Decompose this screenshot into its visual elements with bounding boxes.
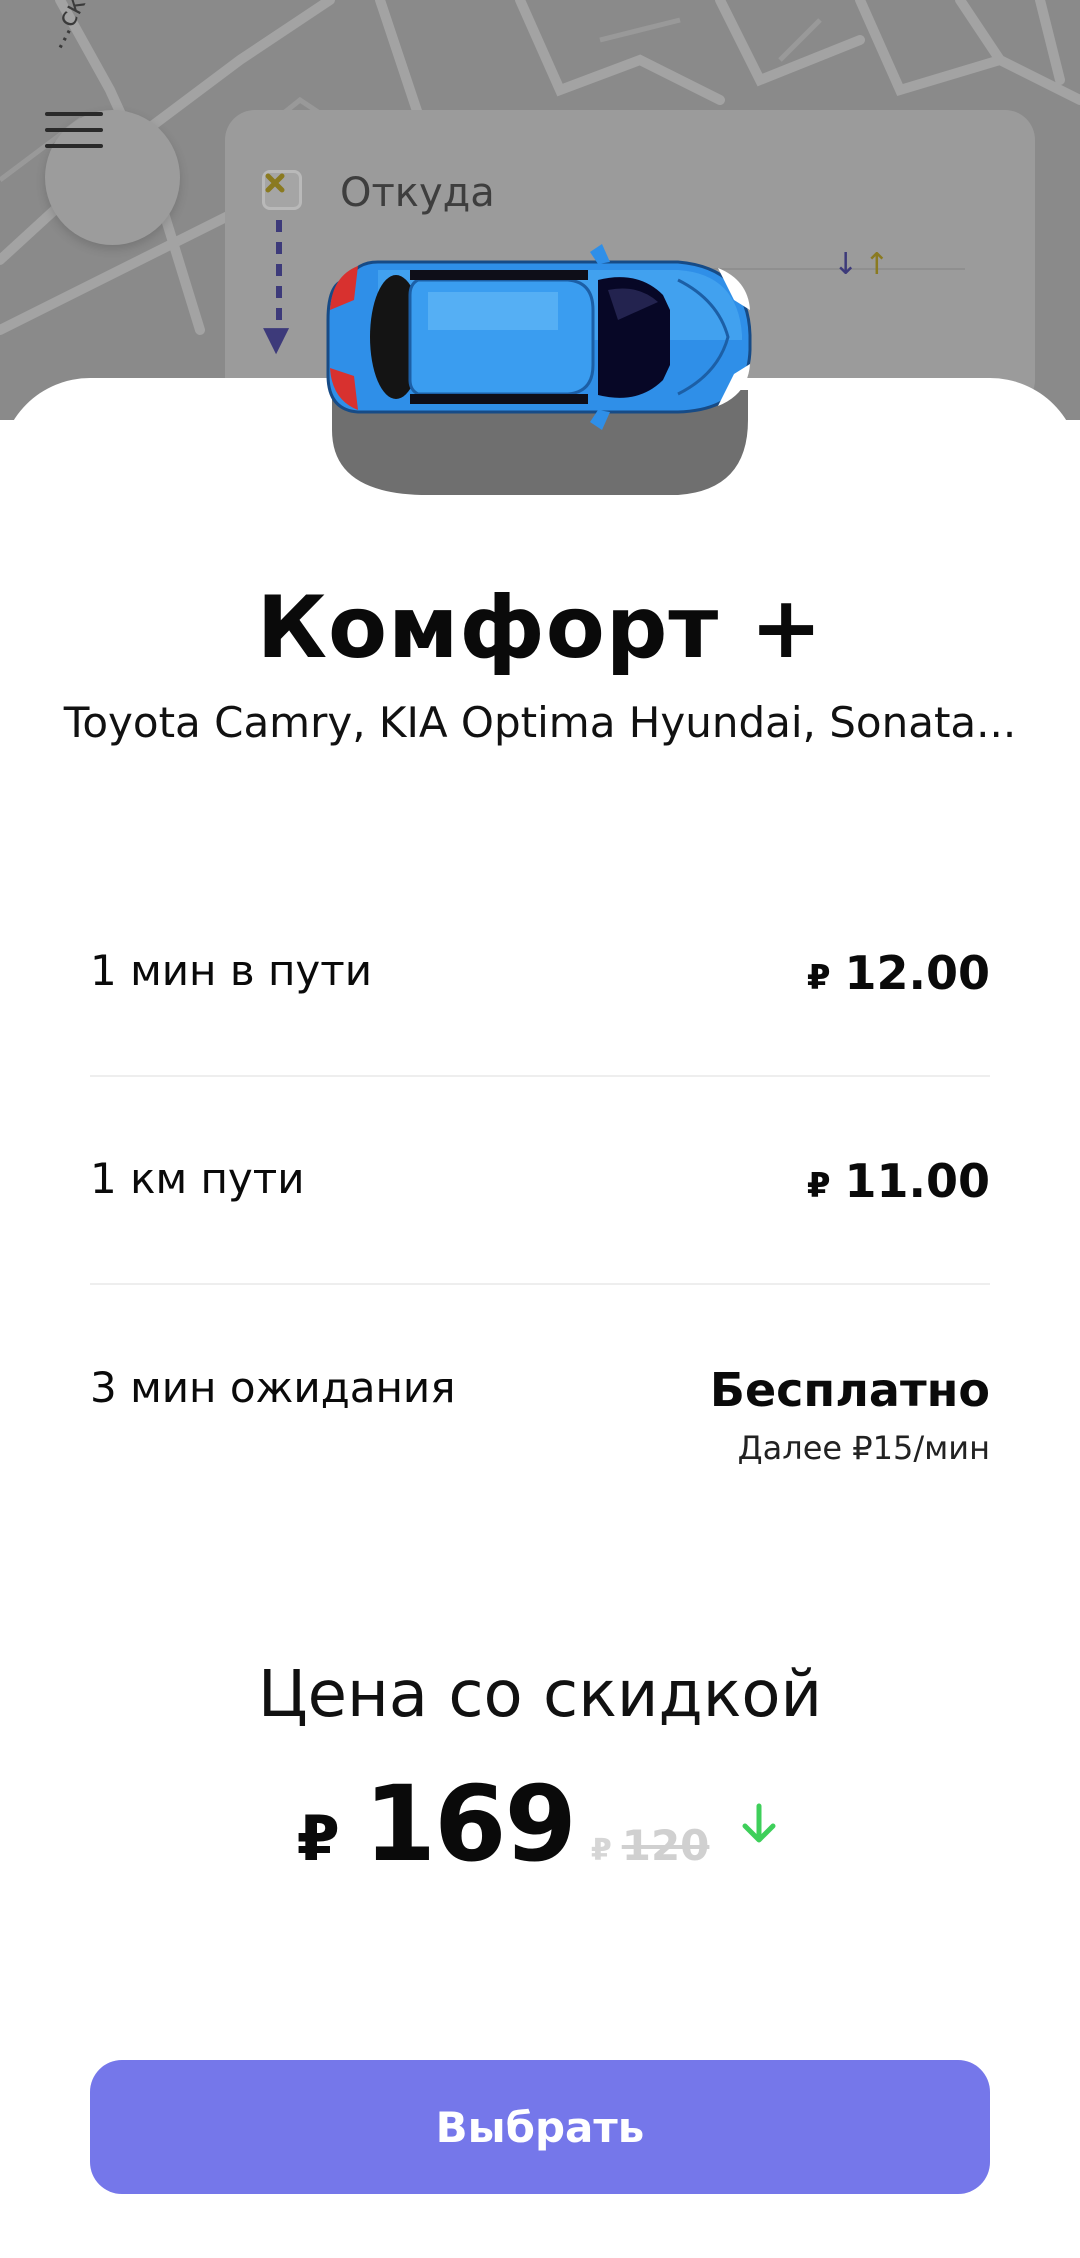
tariff-sheet: Комфорт + Toyota Camry, KIA Optima Hyund… [0,378,1080,2258]
arrow-up-icon: ↑ [864,247,890,282]
currency-sign: ₽ [806,958,831,998]
fare-amount: 12.00 [844,946,990,1000]
select-button[interactable]: Выбрать [90,2060,990,2194]
tariff-title: Комфорт + [256,578,824,678]
fare-label: 3 мин ожидания [90,1363,456,1412]
hamburger-icon [45,112,103,148]
swap-route-button[interactable]: ↓ ↑ [833,250,889,280]
tariff-cars: Toyota Camry, KIA Optima Hyundai, Sonata… [63,698,1017,747]
route-arrow-down-icon: ▼ [263,319,290,359]
pickup-marker-icon [262,170,302,210]
old-price-currency: ₽ [590,1833,612,1868]
price-line: ₽ 169 ₽ 120 [0,1763,1080,1885]
currency-sign: ₽ [806,1166,831,1206]
fare-value: ₽11.00 [807,1154,990,1208]
fare-amount: 11.00 [844,1154,990,1208]
price-amount: 169 [363,1763,577,1885]
fare-value: ₽12.00 [807,946,990,1000]
from-field[interactable]: Откуда [340,170,495,216]
arrow-down-icon: ↓ [833,247,859,282]
divider [90,1075,990,1077]
price-currency: ₽ [296,1802,340,1875]
discount-price-label: Цена со скидкой [257,1658,823,1732]
car-image [326,244,752,495]
divider [90,1283,990,1285]
fare-label: 1 мин в пути [90,946,373,995]
menu-button[interactable] [45,110,180,245]
fare-value: Бесплатно [709,1363,990,1417]
price-down-arrow-icon [742,1803,776,1843]
fare-note: Далее ₽15/мин [737,1429,990,1467]
fare-label: 1 км пути [90,1154,305,1203]
old-price-amount: 120 [621,1821,710,1870]
